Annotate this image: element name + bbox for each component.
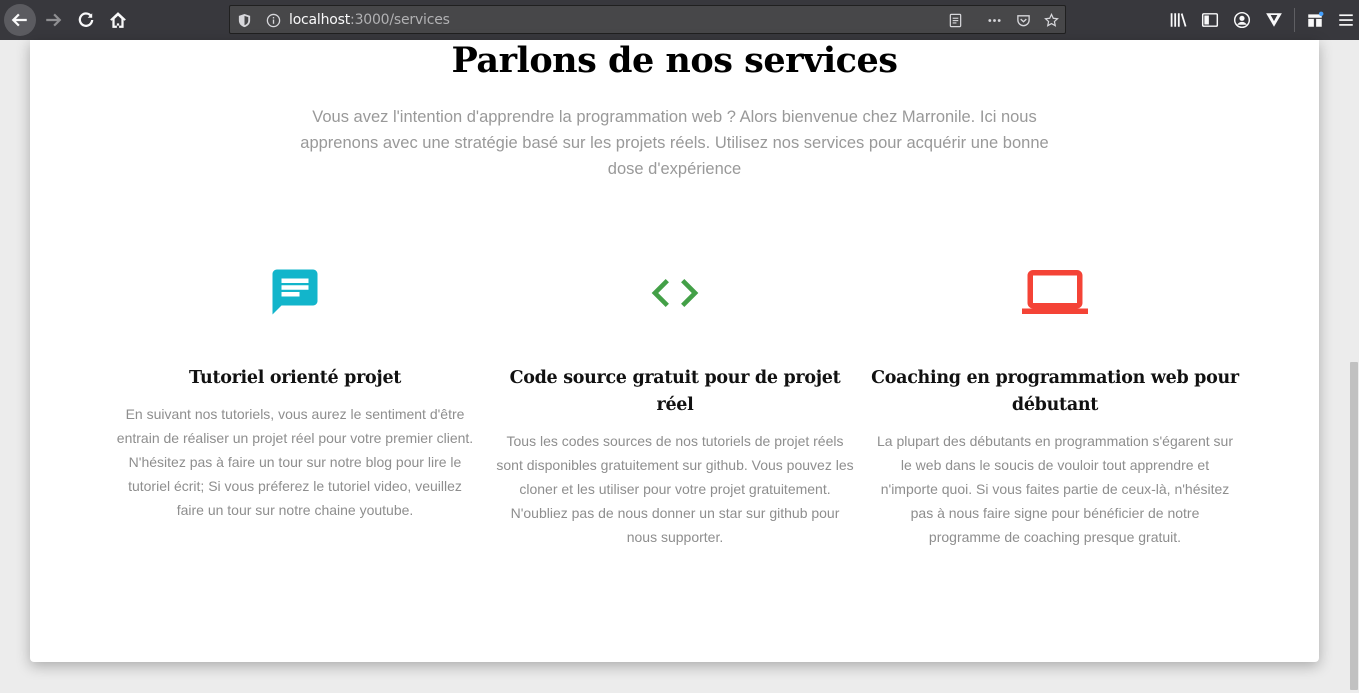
service-description: Tous les codes sources de nos tutoriels … [496, 433, 854, 545]
hamburger-menu-icon [1339, 14, 1353, 26]
address-bar[interactable]: localhost:3000/services [229, 5, 1066, 34]
page-title: Parlons de nos services [451, 40, 898, 81]
service-icon-wrapper [490, 265, 860, 327]
service-card-source-code: Code source gratuit pour de projet réel … [490, 265, 860, 549]
library-icon [1170, 13, 1187, 27]
url-text[interactable]: localhost:3000/services [289, 12, 450, 28]
pocket-icon[interactable] [1015, 12, 1031, 28]
extensions-button[interactable] [1299, 4, 1331, 36]
service-title: Coaching en programmation web pour début… [871, 368, 1239, 415]
chat-message-icon [272, 269, 318, 315]
url-path: :3000/services [350, 12, 450, 28]
url-host: localhost [289, 12, 351, 28]
account-button[interactable] [1226, 4, 1258, 36]
more-actions-icon[interactable] [986, 12, 1002, 28]
forward-button[interactable] [37, 4, 69, 36]
shield-icon[interactable] [236, 12, 252, 28]
reload-button[interactable] [70, 4, 102, 36]
library-button[interactable] [1162, 4, 1194, 36]
laptop-icon [1022, 270, 1088, 314]
puzzle-icon [1308, 11, 1324, 27]
bookmark-star-icon[interactable] [1043, 12, 1059, 28]
home-icon [110, 12, 126, 28]
scrollbar-thumb[interactable] [1350, 362, 1358, 690]
info-icon[interactable] [265, 12, 281, 28]
page-scrollbar[interactable] [1349, 40, 1359, 693]
reload-icon [78, 12, 94, 27]
intro-text: Vous avez l'intention d'apprendre la pro… [300, 108, 1049, 178]
sidebar-icon [1201, 13, 1219, 27]
service-title: Tutoriel orienté projet [188, 368, 402, 388]
service-card-coaching: Coaching en programmation web pour début… [870, 265, 1240, 549]
sidebar-button[interactable] [1194, 4, 1226, 36]
code-brackets-icon [651, 279, 699, 307]
menu-button[interactable] [1330, 4, 1359, 36]
vuetify-icon [1266, 13, 1282, 27]
service-title: Code source gratuit pour de projet réel [509, 368, 841, 415]
extension-button[interactable] [1258, 4, 1290, 36]
service-description: La plupart des débutants en programmatio… [876, 433, 1233, 545]
home-button[interactable] [102, 4, 134, 36]
reader-view-icon[interactable] [947, 12, 963, 28]
service-card-tutorial: Tutoriel orienté projet En suivant nos t… [110, 265, 480, 522]
service-icon-wrapper [870, 265, 1240, 327]
service-description: En suivant nos tutoriels, vous aurez le … [116, 406, 474, 518]
toolbar-separator [1294, 8, 1295, 32]
arrow-left-icon [11, 13, 27, 27]
browser-toolbar: localhost:3000/services [0, 0, 1359, 40]
arrow-right-icon [46, 13, 62, 27]
services-section: Parlons de nos services Vous avez l'inte… [30, 40, 1319, 662]
account-icon [1233, 11, 1251, 29]
back-button[interactable] [4, 4, 36, 36]
service-icon-wrapper [110, 265, 480, 327]
